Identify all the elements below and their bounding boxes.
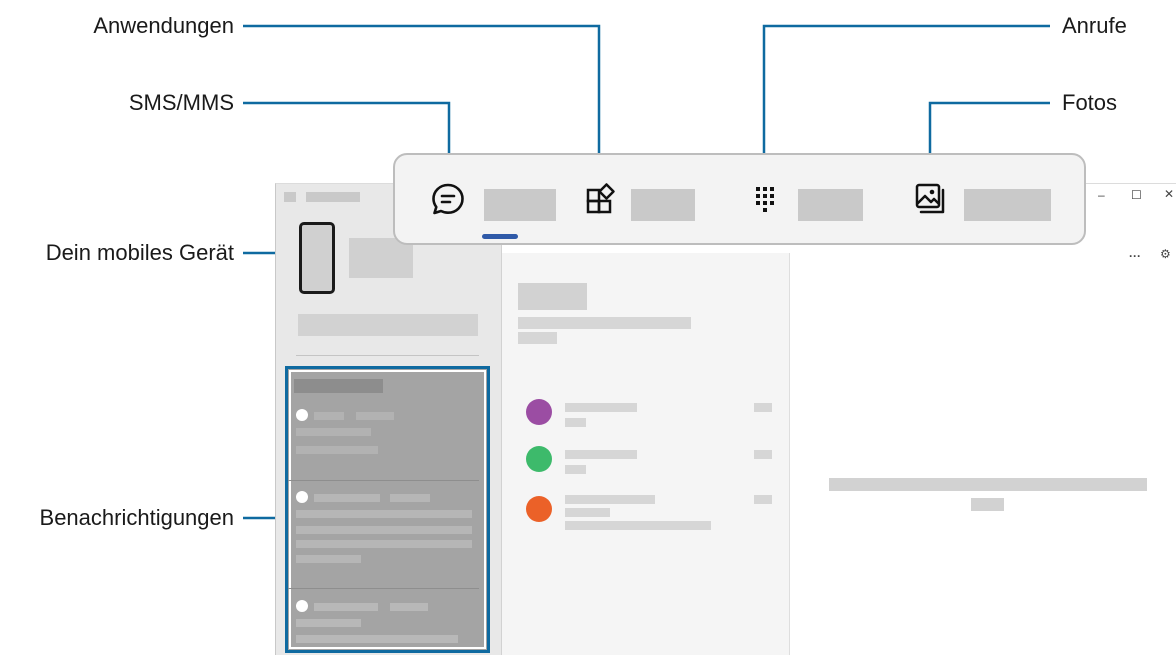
dialpad-icon <box>756 187 774 212</box>
tab-messages-label-placeholder <box>484 189 556 221</box>
settings-icon[interactable]: ⚙ <box>1160 248 1171 260</box>
app-icon <box>296 600 308 612</box>
callout-notifications: Benachrichtigungen <box>39 505 234 530</box>
callout-sms-mms: SMS/MMS <box>128 90 234 115</box>
notification-text-placeholder <box>296 446 378 454</box>
message-preview-placeholder <box>565 508 610 517</box>
tab-apps-label-placeholder <box>631 189 695 221</box>
phone-icon[interactable] <box>299 222 335 294</box>
anrufe-leader-line <box>762 24 1050 160</box>
close-button[interactable]: ✕ <box>1164 188 1174 200</box>
contact-name-placeholder <box>565 450 637 459</box>
message-preview-placeholder <box>565 465 586 474</box>
message-preview-placeholder <box>565 521 711 530</box>
notification-time-placeholder <box>390 494 430 502</box>
notifications-header-placeholder <box>294 379 383 393</box>
callout-fotos: Fotos <box>1062 90 1118 115</box>
contact-avatar <box>526 496 552 522</box>
callout-anwendungen: Anwendungen <box>93 13 234 38</box>
notification-text-placeholder <box>296 428 371 436</box>
callout-device: Dein mobiles Gerät <box>45 240 234 265</box>
anwendungen-leader-line <box>243 24 601 160</box>
app-logo-placeholder <box>284 192 296 202</box>
tab-photos-label-placeholder <box>964 189 1051 221</box>
contact-name-placeholder <box>565 495 655 504</box>
timestamp-placeholder <box>754 403 772 412</box>
apps-grid-icon <box>586 183 615 214</box>
notification-text-placeholder <box>296 540 472 548</box>
app-title-placeholder <box>306 192 360 202</box>
notification-app-placeholder <box>314 494 380 502</box>
app-icon <box>296 409 308 421</box>
notification-text-placeholder <box>296 619 361 627</box>
list-title-placeholder <box>518 283 587 310</box>
notification-app-placeholder <box>314 603 378 611</box>
notification-text-placeholder <box>296 555 361 563</box>
device-status-placeholder <box>298 314 478 336</box>
message-preview-placeholder <box>565 418 586 427</box>
notification-time-placeholder <box>390 603 428 611</box>
callout-anrufe: Anrufe <box>1062 13 1127 38</box>
list-subtitle-placeholder <box>518 317 691 329</box>
notification-divider <box>288 588 479 589</box>
minimize-button[interactable]: – <box>1098 189 1105 201</box>
empty-state-text-placeholder <box>829 478 1147 491</box>
notification-text-placeholder <box>296 635 458 643</box>
empty-state-subtext-placeholder <box>971 498 1004 511</box>
notification-text-placeholder <box>296 526 472 534</box>
timestamp-placeholder <box>754 495 772 504</box>
list-subtitle2-placeholder <box>518 332 557 344</box>
contact-avatar <box>526 399 552 425</box>
notification-app-placeholder <box>314 412 344 420</box>
conversation-list <box>502 253 790 655</box>
tab-bar <box>393 153 1086 245</box>
tab-calls-label-placeholder <box>798 189 863 221</box>
notifications-panel[interactable] <box>285 366 490 653</box>
maximize-button[interactable]: ☐ <box>1131 189 1142 201</box>
more-options-button[interactable]: ··· <box>1129 250 1141 262</box>
contact-avatar <box>526 446 552 472</box>
sidebar-divider <box>296 355 479 356</box>
active-tab-indicator <box>482 234 518 239</box>
notification-text-placeholder <box>296 510 472 518</box>
app-icon <box>296 491 308 503</box>
photos-gallery-icon <box>915 183 945 214</box>
timestamp-placeholder <box>754 450 772 459</box>
notification-time-placeholder <box>356 412 394 420</box>
contact-name-placeholder <box>565 403 637 412</box>
notification-divider <box>288 480 479 481</box>
message-bubble-icon <box>432 183 464 215</box>
